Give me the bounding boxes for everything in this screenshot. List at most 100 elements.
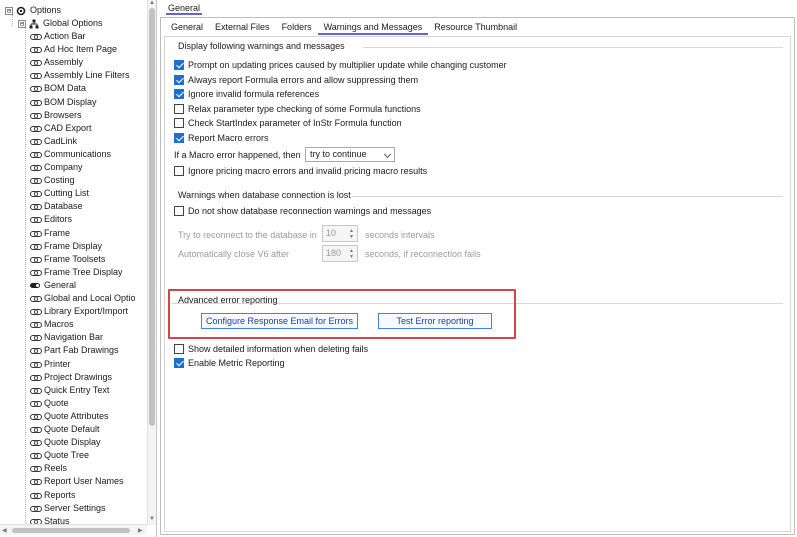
tree-item[interactable]: Quote Attributes (30, 410, 109, 423)
options-tree: ⊟ Options ⊟ Global Options Action Bar Ad … (0, 0, 157, 537)
relax-parameter-typecheck-checkbox[interactable] (174, 104, 184, 114)
check-startindex-checkbox[interactable] (174, 118, 184, 128)
tree-item-label: Assembly Line Filters (44, 70, 130, 81)
check-startindex-label: Check StartIndex parameter of InStr Form… (188, 118, 402, 128)
tree-item[interactable]: Costing (30, 174, 75, 187)
tree-item-label: CadLink (44, 135, 78, 146)
tree-item[interactable]: Server Settings (30, 502, 106, 515)
prompt-price-update-checkbox[interactable] (174, 60, 184, 70)
link-icon (30, 294, 42, 303)
prompt-price-update-label: Prompt on updating prices caused by mult… (188, 60, 507, 70)
link-icon (30, 98, 42, 107)
show-delete-details-label: Show detailed information when deleting … (188, 344, 369, 354)
tree-item[interactable]: Frame Toolsets (30, 253, 105, 266)
tree-group-global-options[interactable]: ⊟ Global Options (18, 17, 103, 30)
no-db-warnings-checkbox[interactable] (174, 206, 184, 216)
tree-item[interactable]: Reports (30, 489, 76, 502)
link-icon (30, 189, 42, 198)
tree-root[interactable]: ⊟ Options (5, 4, 61, 17)
ignore-pricing-errors-checkbox[interactable] (174, 166, 184, 176)
scroll-left-icon[interactable]: ◀ (2, 527, 7, 534)
tree-item[interactable]: Cutting List (30, 187, 89, 200)
tree-item[interactable]: Browsers (30, 109, 82, 122)
tree-item[interactable]: Assembly (30, 56, 83, 69)
tree-item[interactable]: Action Bar (30, 30, 86, 43)
scroll-down-icon[interactable]: ▼ (149, 516, 155, 522)
tree-item-label: Quote Default (44, 424, 100, 434)
tree-item[interactable]: Reels (30, 462, 67, 475)
collapse-icon[interactable]: ⊟ (18, 19, 26, 28)
tree-item[interactable]: Macros (30, 318, 74, 331)
tree-item[interactable]: Project Drawings (30, 371, 112, 384)
tree-item[interactable]: BOM Display (30, 96, 97, 109)
macro-error-select[interactable]: try to continue (305, 147, 395, 162)
tree-item[interactable]: CAD Export (30, 122, 92, 135)
ignore-invalid-formula-checkbox[interactable] (174, 89, 184, 99)
tree-item[interactable]: Part Fab Drawings (30, 344, 119, 357)
tree-item-label: Reels (44, 463, 68, 474)
tab-warnings-and-messages[interactable]: Warnings and Messages (317, 21, 429, 35)
autoclose-interval-input[interactable]: 180 ▲ ▼ (322, 245, 358, 262)
link-icon (30, 84, 42, 93)
tree-item-label: Communications (44, 148, 112, 159)
tree-item[interactable]: Library Export/Import (30, 305, 128, 318)
tree-item[interactable]: Report User Names (30, 475, 124, 488)
tree-item-label: Quick Entry Text (44, 384, 110, 395)
tree-item[interactable]: Assembly Line Filters (30, 69, 130, 82)
spin-down-icon[interactable]: ▼ (349, 235, 354, 240)
show-delete-details-checkbox[interactable] (174, 344, 184, 354)
tree-item[interactable]: Printer (30, 358, 71, 371)
tree-item-label: Quote (44, 397, 69, 408)
tree-item-label: Part Fab Drawings (44, 345, 119, 356)
link-icon (30, 45, 42, 54)
toggle-icon (30, 281, 41, 290)
link-icon (30, 163, 42, 172)
tree-item-label: Assembly (44, 57, 84, 68)
tree-item[interactable]: Global and Local Optio (30, 292, 136, 305)
tab-resource-thumbnail[interactable]: Resource Thumbnail (428, 21, 523, 35)
db-group-title: Warnings when database connection is los… (178, 190, 351, 200)
tree-item[interactable]: General (30, 279, 76, 292)
tree-item[interactable]: Ad Hoc Item Page (30, 43, 117, 56)
tree-item[interactable]: Database (30, 200, 83, 213)
tree-horizontal-scrollbar[interactable]: ◀ ▶ (0, 524, 147, 535)
scroll-thumb[interactable] (12, 528, 130, 533)
collapse-icon[interactable]: ⊟ (5, 6, 13, 15)
tree-item[interactable]: BOM Data (30, 82, 86, 95)
enable-metric-reporting-checkbox[interactable] (174, 358, 184, 368)
scroll-thumb[interactable] (149, 8, 155, 426)
tree-vertical-scrollbar[interactable]: ▲ ▼ (147, 0, 156, 525)
chevron-down-icon (383, 150, 392, 159)
tab-folders[interactable]: Folders (276, 21, 318, 35)
tab-general-top[interactable]: General (166, 2, 203, 15)
settings-content: General External Files Folders Warnings … (160, 17, 795, 535)
tree-item[interactable]: Quote Tree (30, 449, 89, 462)
tree-item-label: Cutting List (44, 188, 90, 199)
spin-down-icon[interactable]: ▼ (349, 255, 354, 260)
scroll-right-icon[interactable]: ▶ (138, 527, 143, 534)
relax-parameter-typecheck-label: Relax parameter type checking of some Fo… (188, 104, 421, 114)
tree-item[interactable]: Quick Entry Text (30, 384, 109, 397)
link-icon (30, 399, 42, 408)
tree-item[interactable]: Navigation Bar (30, 331, 103, 344)
tree-item-label: Frame (44, 227, 71, 238)
tree-item[interactable]: Quote Default (30, 423, 100, 436)
report-formula-errors-checkbox[interactable] (174, 75, 184, 85)
tree-item-label: Server Settings (44, 502, 106, 513)
tree-item[interactable]: Quote (30, 397, 69, 410)
tree-item[interactable]: Frame Display (30, 240, 102, 253)
reconnect-interval-input[interactable]: 10 ▲ ▼ (322, 225, 358, 242)
tree-item[interactable]: Frame Tree Display (30, 266, 123, 279)
report-macro-errors-checkbox[interactable] (174, 133, 184, 143)
scroll-up-icon[interactable]: ▲ (149, 0, 155, 6)
gear-icon (16, 6, 27, 16)
tree-item[interactable]: Company (30, 161, 83, 174)
tab-general[interactable]: General (165, 21, 209, 35)
tree-item[interactable]: Editors (30, 213, 72, 226)
tab-external-files[interactable]: External Files (209, 21, 276, 35)
tree-item[interactable]: Communications (30, 148, 111, 161)
link-icon (30, 425, 42, 434)
tree-item[interactable]: Frame (30, 227, 70, 240)
tree-item[interactable]: Quote Display (30, 436, 101, 449)
tree-item[interactable]: CadLink (30, 135, 77, 148)
